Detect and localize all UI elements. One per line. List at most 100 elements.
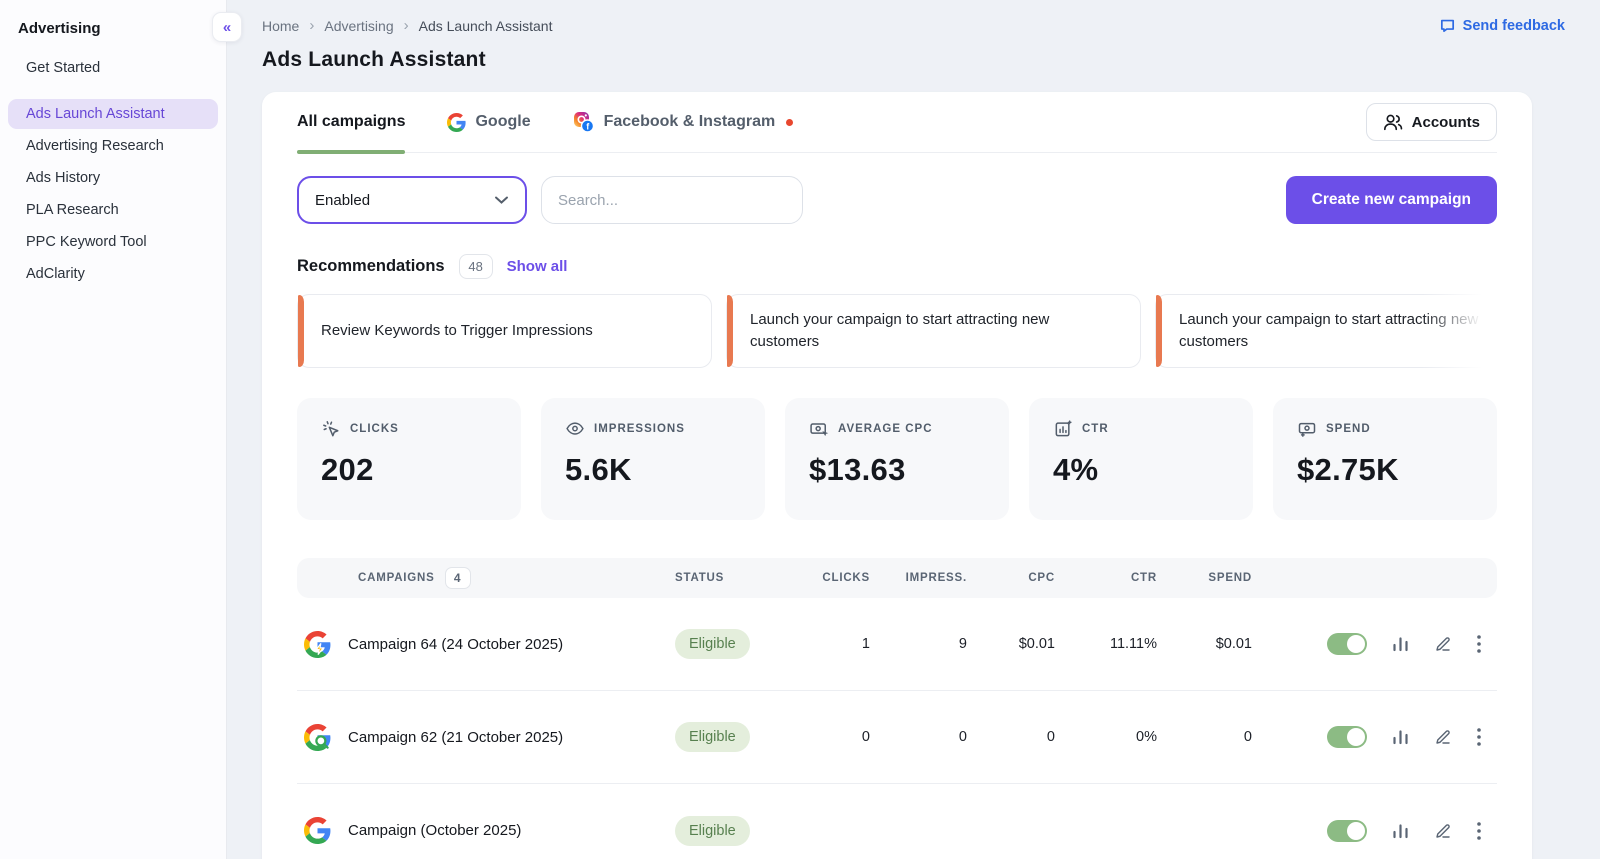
google-search-icon: [304, 723, 331, 751]
stat-value-ctr: 4%: [1053, 452, 1099, 487]
recommendation-text: Launch your campaign to start attracting…: [750, 311, 1050, 350]
edit-pencil-icon[interactable]: [1434, 728, 1452, 746]
breadcrumb-current: Ads Launch Assistant: [418, 17, 553, 34]
tab-facebook-instagram-label: Facebook & Instagram: [603, 113, 776, 130]
ctr-value: 0%: [1136, 729, 1157, 745]
banknote-cursor-icon: [809, 419, 829, 439]
bar-chart-icon: [1053, 419, 1073, 439]
breadcrumb-home[interactable]: Home: [262, 18, 299, 34]
sidebar-item-ads-history[interactable]: Ads History: [8, 163, 218, 193]
spend-value: 0: [1243, 729, 1252, 745]
stat-card-spend: SPEND $2.75K: [1273, 398, 1497, 520]
facebook-instagram-icon: f: [573, 111, 595, 133]
google-logo-icon: [447, 112, 467, 132]
create-new-campaign-button[interactable]: Create new campaign: [1285, 176, 1497, 224]
status-filter-select[interactable]: Enabled: [297, 176, 527, 224]
stat-label: CTR: [1082, 423, 1109, 435]
chat-bubble-icon: [1439, 17, 1456, 34]
recommendations-title: Recommendations: [297, 257, 445, 275]
breadcrumb: Home › Advertising › Ads Launch Assistan…: [262, 17, 553, 34]
kebab-menu-icon[interactable]: [1477, 821, 1481, 840]
ctr-value: 11.11%: [1109, 636, 1157, 652]
sidebar-item-get-started[interactable]: Get Started: [8, 53, 218, 83]
analytics-chart-icon[interactable]: [1392, 636, 1409, 652]
campaigns-count-badge: 4: [444, 567, 471, 589]
analytics-chart-icon[interactable]: [1392, 729, 1409, 745]
sidebar-item-ads-launch-assistant[interactable]: Ads Launch Assistant: [8, 99, 218, 129]
impressions-value: 0: [958, 729, 967, 745]
edit-pencil-icon[interactable]: [1434, 822, 1452, 840]
recommendation-card[interactable]: Launch your campaign to start attracting…: [1155, 294, 1497, 368]
accounts-button-label: Accounts: [1411, 113, 1480, 131]
top-bar: Home › Advertising › Ads Launch Assistan…: [227, 0, 1600, 34]
send-feedback-label: Send feedback: [1462, 17, 1565, 34]
filter-row: Enabled Create new campaign: [297, 176, 1497, 224]
sidebar-title: Advertising: [18, 20, 101, 37]
stat-card-ctr: CTR 4%: [1029, 398, 1253, 520]
col-cpc: CPC: [1028, 572, 1055, 584]
chevron-right-icon: ›: [309, 17, 315, 34]
sidebar-item-adclarity[interactable]: AdClarity: [8, 259, 218, 289]
eye-icon: [565, 419, 585, 439]
kebab-menu-icon[interactable]: [1477, 728, 1481, 746]
recommendation-card[interactable]: Review Keywords to Trigger Impressions: [297, 294, 712, 368]
campaign-name[interactable]: Campaign 62 (21 October 2025): [348, 729, 563, 746]
stat-label: IMPRESSIONS: [594, 423, 685, 435]
notification-dot-icon: [786, 118, 794, 126]
tab-google-label: Google: [475, 113, 531, 130]
status-filter-value: Enabled: [315, 191, 371, 209]
tab-google[interactable]: Google: [447, 92, 531, 152]
search-input[interactable]: [558, 191, 786, 209]
tab-all-campaigns[interactable]: All campaigns: [297, 92, 406, 154]
stats-row: CLICKS 202 IMPRESSIONS 5.6K AVERAGE CPC …: [297, 398, 1497, 520]
edit-pencil-icon[interactable]: [1434, 635, 1452, 653]
campaign-enabled-toggle[interactable]: [1327, 633, 1367, 655]
sidebar-collapse-button[interactable]: «: [212, 12, 242, 42]
accent-bar: [298, 295, 304, 367]
tabs-bar: All campaigns Google f Facebook & Instag…: [297, 92, 1497, 154]
tab-facebook-instagram[interactable]: f Facebook & Instagram: [573, 92, 794, 152]
search-box: [541, 176, 803, 224]
stat-label: CLICKS: [350, 423, 399, 435]
stat-card-impressions: IMPRESSIONS 5.6K: [541, 398, 765, 520]
sidebar-item-advertising-research[interactable]: Advertising Research: [8, 131, 218, 161]
clicks-value: 0: [861, 729, 870, 745]
table-row: Campaign 64 (24 October 2025) Eligible 1…: [297, 598, 1497, 691]
col-campaigns: CAMPAIGNS: [358, 572, 435, 584]
campaign-name[interactable]: Campaign (October 2025): [348, 822, 521, 839]
clicks-value: 1: [861, 636, 870, 652]
stat-card-average-cpc: AVERAGE CPC $13.63: [785, 398, 1009, 520]
table-header: CAMPAIGNS 4 STATUS CLICKS IMPRESS. CPC C…: [297, 558, 1497, 598]
send-feedback-link[interactable]: Send feedback: [1439, 17, 1565, 34]
col-ctr: CTR: [1130, 572, 1157, 584]
col-status: STATUS: [675, 572, 725, 584]
chevron-double-left-icon: «: [222, 18, 232, 36]
campaign-enabled-toggle[interactable]: [1327, 819, 1367, 842]
campaign-enabled-toggle[interactable]: [1327, 726, 1367, 748]
col-spend: SPEND: [1208, 572, 1252, 584]
sidebar-item-pla-research[interactable]: PLA Research: [8, 195, 218, 225]
recommendation-text: Launch your campaign to start attracting…: [1179, 311, 1479, 350]
show-all-link[interactable]: Show all: [507, 258, 568, 275]
banknote-plus-icon: [1297, 419, 1317, 439]
people-icon: [1383, 113, 1403, 131]
sidebar-item-ppc-keyword-tool[interactable]: PPC Keyword Tool: [8, 227, 218, 257]
kebab-menu-icon[interactable]: [1477, 635, 1481, 653]
recommendation-text: Review Keywords to Trigger Impressions: [321, 322, 593, 340]
main-content: Home › Advertising › Ads Launch Assistan…: [227, 0, 1600, 859]
analytics-chart-icon[interactable]: [1392, 823, 1409, 839]
stat-value-average-cpc: $13.63: [809, 452, 906, 487]
accent-bar: [727, 295, 733, 367]
stat-value-spend: $2.75K: [1297, 452, 1399, 487]
recommendation-cards: Review Keywords to Trigger Impressions L…: [297, 294, 1497, 368]
campaigns-panel: All campaigns Google f Facebook & Instag…: [262, 92, 1532, 859]
table-row: Campaign 62 (21 October 2025) Eligible 0…: [297, 691, 1497, 784]
recommendation-card[interactable]: Launch your campaign to start attracting…: [726, 294, 1141, 368]
tab-all-campaigns-label: All campaigns: [297, 113, 406, 130]
campaign-name[interactable]: Campaign 64 (24 October 2025): [348, 636, 563, 653]
status-badge: Eligible: [675, 629, 750, 659]
accounts-button[interactable]: Accounts: [1365, 103, 1497, 141]
breadcrumb-advertising[interactable]: Advertising: [324, 18, 393, 34]
cursor-click-icon: [321, 419, 341, 439]
col-impressions: IMPRESS.: [905, 572, 967, 584]
